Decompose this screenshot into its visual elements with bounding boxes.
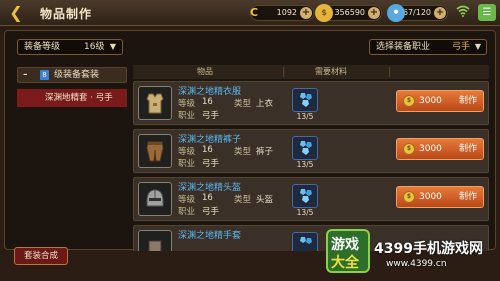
craft-button[interactable]: $ 3000 制作 (396, 90, 484, 112)
material-slot[interactable] (292, 184, 318, 208)
resource-value: 356590 (334, 8, 365, 17)
resource-gold: $ 356590 + (315, 4, 382, 22)
level-badge-icon: 8 (40, 70, 49, 80)
job-dropdown-label: 选择装备职业 (376, 42, 431, 52)
craft-cost: 3000 (419, 96, 442, 106)
level-dropdown-value: 16级 (84, 42, 105, 52)
craft-cost: 3000 (419, 192, 442, 202)
job-value: 弓手 (202, 207, 220, 217)
type-value: 头盔 (256, 195, 274, 205)
watermark-url: www.4399.cn (386, 259, 447, 269)
craft-label: 制作 (459, 96, 478, 106)
type-label: 类型 (234, 195, 252, 205)
watermark-title: 4399手机游戏网 (374, 241, 483, 257)
type-value: 裤子 (256, 147, 274, 157)
level-label: 等级 (178, 147, 196, 157)
category-item-selected[interactable]: 深渊地精套 · 弓手 (17, 89, 127, 107)
gold-coin-icon: $ (403, 143, 415, 155)
craft-button[interactable]: $ 3000 制作 (396, 138, 484, 160)
watermark-logo: 游戏 大全 (326, 229, 370, 273)
resource-value: 1092 (276, 8, 297, 17)
chevron-down-icon: ▼ (109, 42, 116, 51)
level-dropdown-label: 装备等级 (24, 42, 61, 52)
wifi-icon (456, 5, 470, 19)
top-bar: ❮ 物品制作 C 1092 + $ 356590 + ⚫ 167/120 + ☰ (0, 0, 500, 26)
item-name: 深渊之地精裤子 (178, 135, 242, 145)
crystal-icon (300, 93, 312, 107)
item-name: 深渊之地精头盔 (178, 183, 242, 193)
material-slot[interactable] (292, 232, 318, 251)
level-value: 16 (202, 193, 213, 203)
column-divider (389, 67, 390, 77)
crafting-panel: 装备等级 16级 ▼ 选择装备职业 弓手 ▼ – 8 级装备套装 深渊地精套 ·… (4, 30, 496, 251)
material-count: 13/5 (296, 160, 314, 169)
item-row[interactable]: 深渊之地精裤子 等级 16 类型 裤子 职业 弓手 13/5 $ 3000 制作 (133, 129, 489, 173)
craft-cost: 3000 (419, 144, 442, 154)
collapse-icon: – (23, 70, 28, 80)
job-label: 职业 (178, 159, 196, 169)
add-gold-button[interactable]: + (368, 7, 380, 19)
logo-line2: 大全 (331, 255, 359, 271)
back-arrow-icon[interactable]: ❮ (4, 3, 28, 23)
vest-icon (146, 93, 164, 114)
job-value: 弓手 (202, 159, 220, 169)
level-label: 等级 (178, 195, 196, 205)
craft-button[interactable]: $ 3000 制作 (396, 186, 484, 208)
chat-icon: ☰ (482, 7, 492, 18)
job-label: 职业 (178, 207, 196, 217)
item-name: 深渊之地精衣服 (178, 87, 242, 97)
stamina-icon: ⚫ (387, 4, 405, 22)
category-group-header[interactable]: – 8 级装备套装 (17, 67, 127, 83)
item-row[interactable]: 深渊之地精头盔 等级 16 类型 头盔 职业 弓手 13/5 $ 3000 制作 (133, 177, 489, 221)
job-dropdown[interactable]: 选择装备职业 弓手 ▼ (369, 39, 487, 55)
material-count: 13/5 (296, 112, 314, 121)
item-row[interactable]: 深渊之地精衣服 等级 16 类型 上衣 职业 弓手 13/5 $ 3000 制作 (133, 81, 489, 125)
chevron-down-icon: ▼ (474, 42, 481, 51)
item-name: 深渊之地精手套 (178, 231, 242, 241)
job-value: 弓手 (202, 111, 220, 121)
gold-coin-icon: $ (403, 191, 415, 203)
type-label: 类型 (234, 99, 252, 109)
material-slot[interactable] (292, 136, 318, 160)
coin-c-icon: C (249, 6, 259, 19)
add-coin-c-button[interactable]: + (300, 7, 312, 19)
pants-icon (146, 141, 164, 162)
type-label: 类型 (234, 147, 252, 157)
job-dropdown-value: 弓手 (452, 42, 471, 52)
material-slot[interactable] (292, 88, 318, 112)
type-value: 上衣 (256, 99, 274, 109)
item-list[interactable]: 深渊之地精衣服 等级 16 类型 上衣 职业 弓手 13/5 $ 3000 制作 (133, 81, 489, 251)
gloves-icon (148, 240, 162, 251)
item-thumbnail[interactable] (138, 230, 172, 251)
helmet-icon (146, 189, 164, 207)
resource-stamina: ⚫ 167/120 + (387, 4, 448, 22)
column-divider (283, 67, 284, 77)
level-value: 16 (202, 97, 213, 107)
col-item-header: 物品 (197, 67, 213, 76)
category-group-label: 级装备套装 (54, 70, 100, 80)
add-stamina-button[interactable]: + (434, 7, 446, 19)
level-dropdown[interactable]: 装备等级 16级 ▼ (17, 39, 123, 55)
gold-coin-icon: $ (315, 4, 333, 22)
page-title: 物品制作 (40, 7, 93, 21)
resource-coin-c: C 1092 + (250, 5, 314, 21)
suit-synthesis-button[interactable]: 套装合成 (14, 247, 68, 265)
crystal-icon (300, 141, 312, 155)
logo-line1: 游戏 (331, 237, 359, 253)
job-label: 职业 (178, 111, 196, 121)
gold-coin-icon: $ (403, 95, 415, 107)
crystal-icon (300, 189, 312, 203)
item-thumbnail[interactable] (138, 182, 172, 216)
craft-label: 制作 (459, 144, 478, 154)
col-material-header: 需要材料 (315, 67, 347, 76)
material-count: 13/5 (296, 208, 314, 217)
item-thumbnail[interactable] (138, 134, 172, 168)
crystal-icon (300, 237, 312, 244)
item-thumbnail[interactable] (138, 86, 172, 120)
level-value: 16 (202, 145, 213, 155)
craft-label: 制作 (459, 192, 478, 202)
chat-button[interactable]: ☰ (478, 4, 496, 21)
level-label: 等级 (178, 99, 196, 109)
table-header: 物品 需要材料 (133, 65, 489, 79)
